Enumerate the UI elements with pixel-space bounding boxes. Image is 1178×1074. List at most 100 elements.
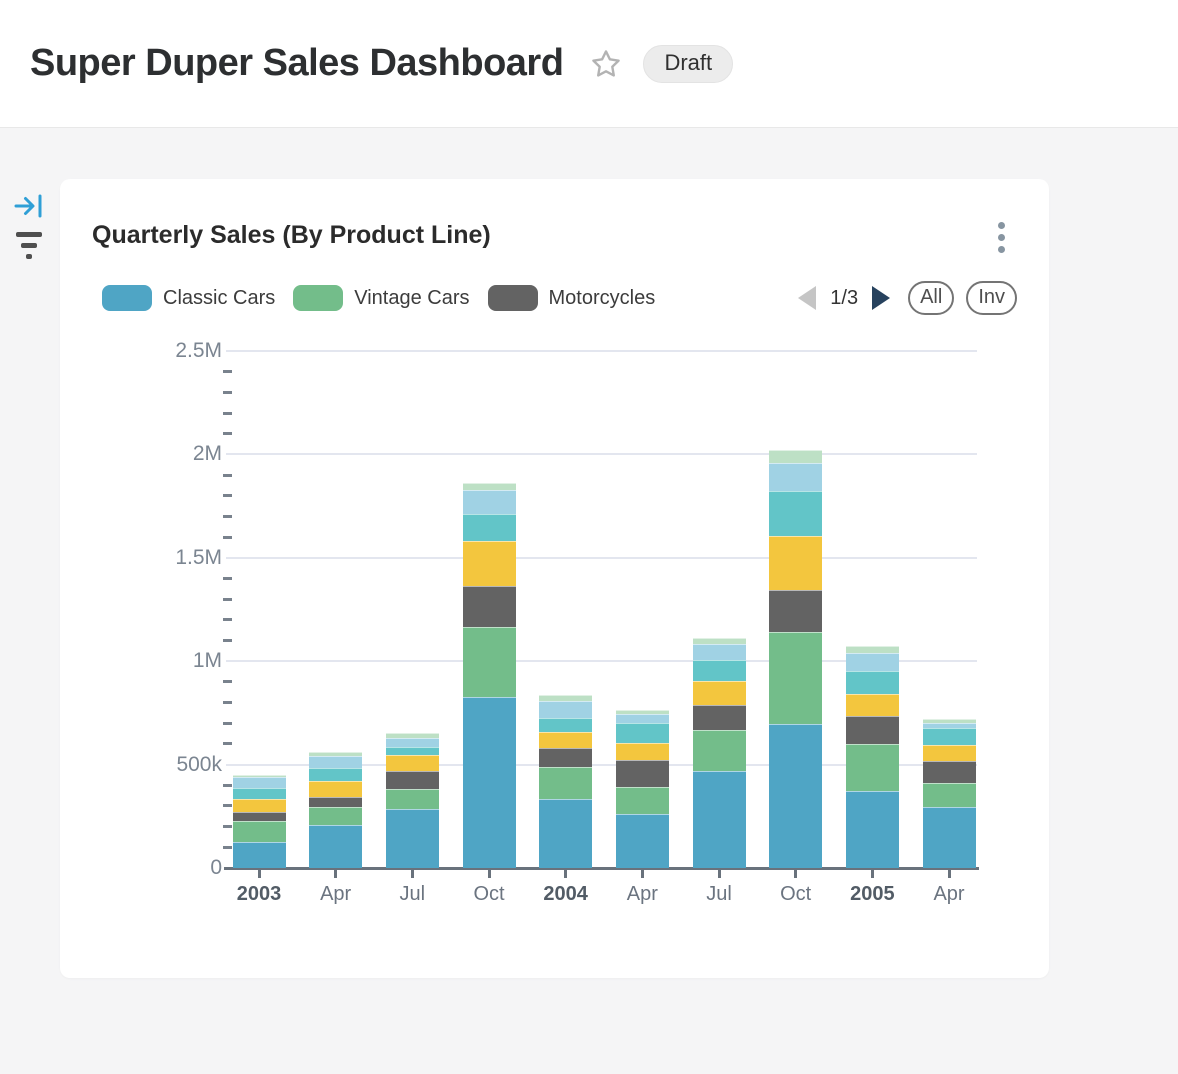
status-badge[interactable]: Draft [643, 45, 733, 83]
bar-segment[interactable] [233, 812, 286, 822]
x-axis-tick [871, 870, 874, 878]
bar-segment[interactable] [539, 799, 592, 868]
bar-segment[interactable] [693, 681, 746, 705]
bar-segment[interactable] [309, 781, 362, 796]
bar-segment[interactable] [923, 761, 976, 783]
bar-segment[interactable] [386, 789, 439, 809]
bar-segment[interactable] [616, 714, 669, 723]
bar-segment[interactable] [769, 450, 822, 463]
bar-segment[interactable] [463, 586, 516, 627]
bar-segment[interactable] [616, 760, 669, 787]
filter-button[interactable] [13, 230, 45, 262]
bar-segment[interactable] [539, 732, 592, 749]
x-axis-label: Apr [627, 883, 658, 906]
bar-segment[interactable] [616, 787, 669, 814]
chart-card: Quarterly Sales (By Product Line) Classi… [60, 179, 1049, 978]
bar-segment[interactable] [923, 719, 976, 723]
bar-segment[interactable] [693, 705, 746, 730]
bar-segment[interactable] [463, 490, 516, 514]
x-axis-tick [258, 870, 261, 878]
bar-segment[interactable] [846, 744, 899, 791]
bar-segment[interactable] [616, 814, 669, 868]
bar-segment[interactable] [309, 768, 362, 781]
y-minor-tick [223, 784, 232, 787]
bar-segment[interactable] [309, 825, 362, 868]
bar-segment[interactable] [846, 791, 899, 868]
bar-segment[interactable] [386, 747, 439, 755]
bar-segment[interactable] [386, 738, 439, 747]
bar-segment[interactable] [233, 842, 286, 868]
x-axis-label: Apr [320, 883, 351, 906]
bar-segment[interactable] [846, 716, 899, 744]
bar-segment[interactable] [309, 752, 362, 756]
bar-segment[interactable] [309, 807, 362, 825]
x-axis-label: Apr [933, 883, 964, 906]
bar-segment[interactable] [233, 777, 286, 788]
bar-segment[interactable] [846, 646, 899, 654]
y-minor-tick [223, 598, 232, 601]
bar-segment[interactable] [616, 723, 669, 743]
y-minor-tick [223, 846, 232, 849]
bar-segment[interactable] [616, 743, 669, 760]
bar-segment[interactable] [463, 514, 516, 541]
bar-segment[interactable] [769, 536, 822, 590]
y-axis-label: 0 [60, 855, 222, 881]
bar-segment[interactable] [769, 590, 822, 632]
bar-segment[interactable] [693, 644, 746, 660]
bar-segment[interactable] [923, 723, 976, 728]
bar-segment[interactable] [233, 788, 286, 799]
bar-segment[interactable] [463, 541, 516, 586]
bar-segment[interactable] [233, 799, 286, 812]
y-axis-label: 1M [60, 648, 222, 674]
y-minor-tick [223, 370, 232, 373]
bar-segment[interactable] [309, 756, 362, 769]
y-minor-tick [223, 536, 232, 539]
bar-segment[interactable] [769, 632, 822, 724]
bar-segment[interactable] [693, 730, 746, 771]
bar-segment[interactable] [693, 638, 746, 644]
bar-segment[interactable] [233, 821, 286, 842]
bar-segment[interactable] [846, 694, 899, 716]
bar-segment[interactable] [923, 728, 976, 744]
bar-segment[interactable] [923, 783, 976, 807]
bar-segment[interactable] [693, 771, 746, 868]
bar-segment[interactable] [309, 797, 362, 807]
bar-segment[interactable] [846, 671, 899, 694]
bar-segment[interactable] [463, 483, 516, 490]
bar-segment[interactable] [693, 660, 746, 681]
bar-segment[interactable] [769, 724, 822, 868]
x-axis-label: 2003 [237, 883, 282, 906]
x-axis-tick [641, 870, 644, 878]
x-axis-label: Jul [706, 883, 732, 906]
favorite-star-button[interactable] [589, 48, 623, 80]
stacked-bar-chart: 2.5M2M1.5M1M500k02003AprJulOct2004AprJul… [60, 179, 1049, 978]
bar-segment[interactable] [769, 491, 822, 536]
bar-segment[interactable] [539, 701, 592, 719]
page-header: Super Duper Sales Dashboard Draft [0, 0, 1178, 128]
bar-segment[interactable] [463, 697, 516, 868]
x-axis-tick [488, 870, 491, 878]
bar-segment[interactable] [386, 809, 439, 868]
bar-segment[interactable] [539, 767, 592, 799]
x-axis-tick [334, 870, 337, 878]
bar-segment[interactable] [846, 653, 899, 671]
y-gridline [226, 350, 977, 352]
bar-segment[interactable] [769, 463, 822, 490]
bar-segment[interactable] [386, 755, 439, 771]
bar-segment[interactable] [923, 745, 976, 762]
arrow-to-bar-icon [14, 193, 44, 219]
bar-segment[interactable] [616, 710, 669, 714]
y-minor-tick [223, 722, 232, 725]
y-axis-label: 2M [60, 441, 222, 467]
y-gridline [226, 557, 977, 559]
y-axis-label: 1.5M [60, 545, 222, 571]
bar-segment[interactable] [233, 775, 286, 777]
bar-segment[interactable] [923, 807, 976, 868]
bar-segment[interactable] [539, 695, 592, 701]
bar-segment[interactable] [539, 718, 592, 731]
bar-segment[interactable] [386, 771, 439, 789]
bar-segment[interactable] [386, 733, 439, 738]
expand-filter-bar-button[interactable] [13, 190, 45, 222]
bar-segment[interactable] [463, 627, 516, 697]
bar-segment[interactable] [539, 748, 592, 766]
